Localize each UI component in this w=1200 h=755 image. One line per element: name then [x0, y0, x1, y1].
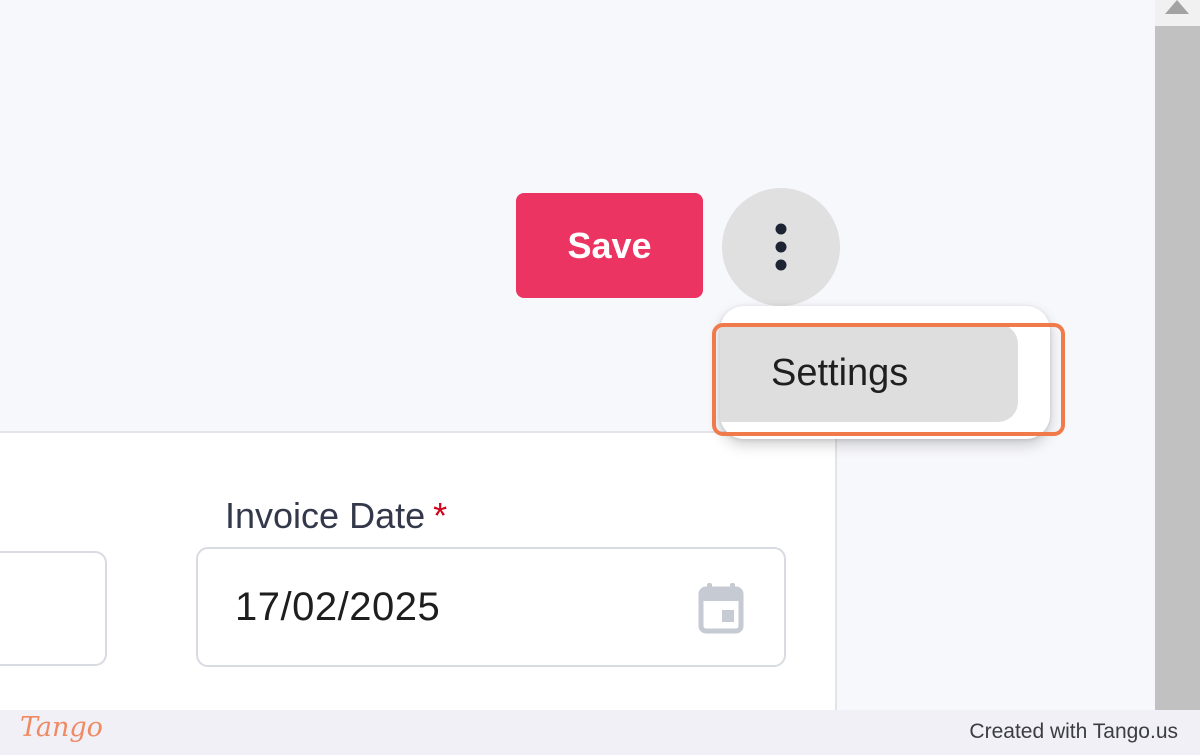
scrollbar-thumb[interactable]	[1155, 26, 1200, 710]
app-page: Save Invoice Date * 17/02/2025 Settings	[0, 0, 1155, 710]
previous-field-input[interactable]	[0, 551, 107, 666]
required-marker: *	[433, 495, 448, 536]
invoice-date-field[interactable]: 17/02/2025	[196, 547, 786, 667]
footer-credit: Created with Tango.us	[969, 720, 1178, 743]
tango-logo: Tango	[20, 712, 103, 743]
save-button[interactable]: Save	[516, 193, 703, 298]
menu-item-settings[interactable]: Settings	[720, 324, 1018, 422]
options-menu: Settings	[720, 306, 1050, 439]
invoice-date-label-text: Invoice Date	[225, 495, 426, 536]
footer-bar: Tango Created with Tango.us	[0, 710, 1200, 755]
scroll-up-arrow-icon[interactable]	[1165, 0, 1189, 14]
more-vertical-icon	[775, 223, 787, 271]
vertical-scrollbar[interactable]	[1155, 0, 1200, 710]
invoice-date-value[interactable]: 17/02/2025	[235, 585, 440, 630]
invoice-date-label: Invoice Date *	[225, 495, 447, 537]
more-options-button[interactable]	[722, 188, 840, 306]
calendar-icon[interactable]	[698, 582, 744, 634]
invoice-form-card: Invoice Date * 17/02/2025	[0, 431, 837, 710]
